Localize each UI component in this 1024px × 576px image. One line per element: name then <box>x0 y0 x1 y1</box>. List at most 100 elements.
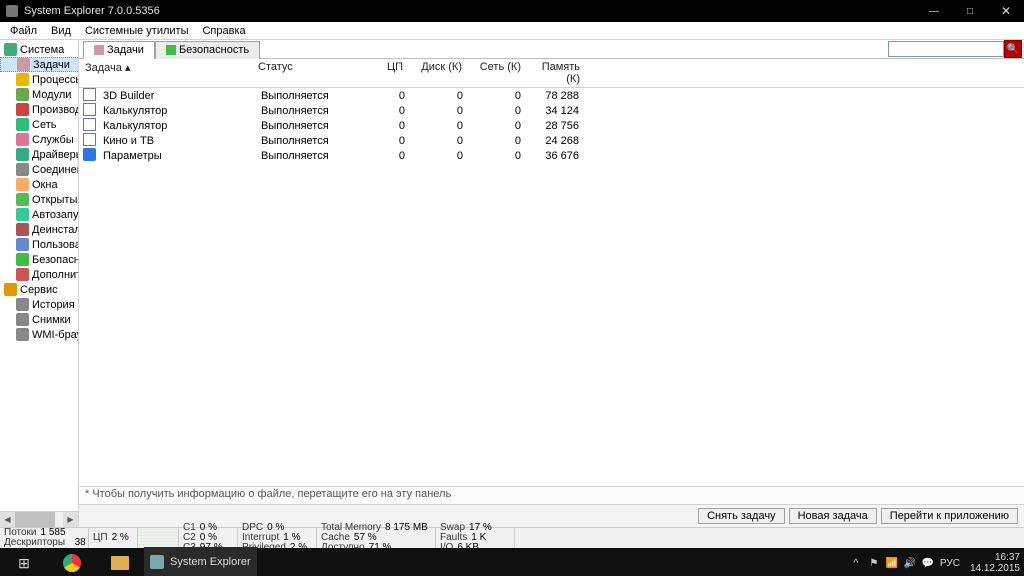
scroll-left-icon[interactable]: ◀ <box>0 512 15 527</box>
column-header[interactable]: Диск (К) <box>410 59 469 87</box>
menu-item[interactable]: Вид <box>45 24 77 38</box>
cell: 0 <box>469 120 527 132</box>
table-row[interactable]: Кино и ТВВыполняется00024 268 <box>79 133 1024 148</box>
sidebar-item[interactable]: Безопасность <box>0 252 79 267</box>
search-button[interactable]: 🔍 <box>1004 40 1022 58</box>
process-icon <box>83 148 96 161</box>
tab-label: Задачи <box>107 44 144 56</box>
sidebar-item[interactable]: Сеть <box>0 117 79 132</box>
new-task-button[interactable]: Новая задача <box>789 508 877 524</box>
cell: Выполняется <box>255 135 353 147</box>
status-bar: Процессы86Потоки1 585Дескрипторы38 898ЦП… <box>0 527 1024 548</box>
tray-lang[interactable]: РУС <box>940 558 960 569</box>
title-bar: System Explorer 7.0.0.5356 — □ ✕ <box>0 0 1024 22</box>
table-row[interactable]: КалькуляторВыполняется00034 124 <box>79 103 1024 118</box>
sidebar-item[interactable]: Производительность <box>0 102 79 117</box>
menu-item[interactable]: Системные утилиты <box>79 24 195 38</box>
menu-item[interactable]: Файл <box>4 24 43 38</box>
status-col: C10 %C20 %C397 % <box>179 528 238 548</box>
start-button[interactable]: ⊞ <box>0 548 48 576</box>
maximize-button[interactable]: □ <box>952 0 988 22</box>
column-header[interactable]: Память (К) <box>528 59 587 87</box>
cell: Кино и ТВ <box>97 135 255 147</box>
sidebar-item[interactable]: Драйверы <box>0 147 79 162</box>
menu-item[interactable]: Справка <box>196 24 251 38</box>
sidebar-item[interactable]: Модули <box>0 87 79 102</box>
tree-label: Сеть <box>32 119 56 131</box>
sidebar-item[interactable]: Автозапуск <box>0 207 79 222</box>
column-header[interactable]: Задача ▴ <box>79 59 252 87</box>
cell: 28 756 <box>527 120 585 132</box>
cell: 36 676 <box>527 150 585 162</box>
goto-app-button[interactable]: Перейти к приложению <box>881 508 1018 524</box>
process-icon <box>83 103 96 116</box>
table-row[interactable]: КалькуляторВыполняется00028 756 <box>79 118 1024 133</box>
column-header[interactable]: Сеть (К) <box>469 59 528 87</box>
cell: Параметры <box>97 150 255 162</box>
tab[interactable]: Безопасность <box>155 41 260 59</box>
scroll-right-icon[interactable]: ▶ <box>63 512 78 527</box>
tray-up-icon[interactable]: ^ <box>850 557 862 569</box>
table-row[interactable]: 3D BuilderВыполняется00078 288 <box>79 88 1024 103</box>
tree-icon <box>16 73 29 86</box>
end-task-button[interactable]: Снять задачу <box>698 508 785 524</box>
tree-label: Сервис <box>20 284 58 296</box>
status-value: 8 175 MB <box>385 523 428 533</box>
tray-action-icon[interactable]: 💬 <box>922 557 934 569</box>
tray-volume-icon[interactable]: 🔊 <box>904 557 916 569</box>
cell: Калькулятор <box>97 105 255 117</box>
tray-flag-icon[interactable]: ⚑ <box>868 557 880 569</box>
tree-icon <box>16 88 29 101</box>
sidebar-item[interactable]: Деинсталляторы <box>0 222 79 237</box>
tab[interactable]: Задачи <box>83 41 155 59</box>
tree-label: Процессы <box>32 74 79 86</box>
chrome-icon[interactable] <box>48 548 96 576</box>
sidebar-item[interactable]: История <box>0 297 79 312</box>
tree-icon <box>16 148 29 161</box>
close-button[interactable]: ✕ <box>988 0 1024 22</box>
process-icon <box>83 133 96 146</box>
table-row[interactable]: ПараметрыВыполняется00036 676 <box>79 148 1024 163</box>
search-box: 🔍 <box>888 40 1022 58</box>
sidebar-item[interactable]: Дополнительно <box>0 267 79 282</box>
taskbar-app-active[interactable]: System Explorer <box>144 547 257 576</box>
column-header[interactable]: Статус <box>252 59 351 87</box>
tray-network-icon[interactable]: 📶 <box>886 557 898 569</box>
sidebar-item[interactable]: Процессы <box>0 72 79 87</box>
tree-label: Безопасность <box>32 254 79 266</box>
tree-label: Задачи <box>33 59 70 71</box>
cell: 0 <box>353 120 411 132</box>
tree-root[interactable]: Система <box>0 42 79 57</box>
sidebar-item[interactable]: Задачи <box>0 57 79 72</box>
folder-icon[interactable] <box>96 548 144 576</box>
sidebar-item[interactable]: Службы <box>0 132 79 147</box>
sidebar-item[interactable]: Соединения <box>0 162 79 177</box>
tree-icon <box>16 118 29 131</box>
cell: 0 <box>411 135 469 147</box>
scroll-thumb[interactable] <box>15 512 55 527</box>
grid-header[interactable]: Задача ▴СтатусЦПДиск (К)Сеть (К)Память (… <box>79 59 1024 88</box>
sidebar-item[interactable]: WMI-браузер <box>0 327 79 342</box>
tree-icon <box>16 223 29 236</box>
sidebar-item[interactable]: Пользователи <box>0 237 79 252</box>
task-grid: Задача ▴СтатусЦПДиск (К)Сеть (К)Память (… <box>79 59 1024 486</box>
sidebar-item[interactable]: Снимки <box>0 312 79 327</box>
tree-icon <box>16 328 29 341</box>
sidebar-scrollbar[interactable]: ◀ ▶ <box>0 511 78 527</box>
status-col: ЦП2 % <box>89 528 138 548</box>
tree-icon <box>4 43 17 56</box>
sidebar-item[interactable]: Окна <box>0 177 79 192</box>
cell: 0 <box>353 150 411 162</box>
column-header[interactable]: ЦП <box>351 59 410 87</box>
tree-label: Драйверы <box>32 149 79 161</box>
tree-svc[interactable]: Сервис <box>0 282 79 297</box>
cell: Выполняется <box>255 150 353 162</box>
tree-icon <box>16 163 29 176</box>
minimize-button[interactable]: — <box>916 0 952 22</box>
cell: 78 288 <box>527 90 585 102</box>
tray-clock[interactable]: 16:37 14.12.2015 <box>970 552 1020 574</box>
drop-hint: * Чтобы получить информацию о файле, пер… <box>79 486 1024 504</box>
sidebar-item[interactable]: Открытые файлы <box>0 192 79 207</box>
tab-row: Задачи Безопасность 🔍 <box>79 40 1024 59</box>
search-input[interactable] <box>888 41 1004 57</box>
